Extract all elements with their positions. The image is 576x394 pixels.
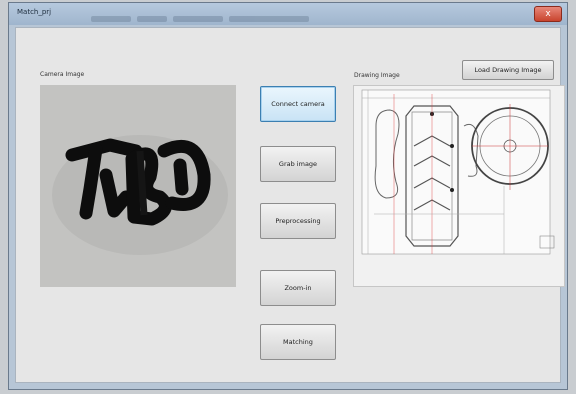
close-button[interactable]: x	[534, 6, 562, 22]
load-drawing-image-button[interactable]: Load Drawing Image	[462, 60, 554, 80]
close-icon: x	[545, 9, 551, 19]
drawing-image-panel	[353, 85, 565, 287]
app-window: Match_prj x Camera Image Connect camera …	[8, 2, 568, 390]
connect-camera-button[interactable]: Connect camera	[260, 86, 336, 122]
camera-image-panel	[40, 85, 236, 287]
title-bar-decoration	[91, 7, 351, 22]
grab-image-button[interactable]: Grab image	[260, 146, 336, 182]
camera-part-image	[52, 135, 228, 255]
form-client-area: Camera Image Connect camera Grab image P…	[15, 27, 565, 383]
title-bar[interactable]: Match_prj x	[9, 3, 567, 25]
matching-button[interactable]: Matching	[260, 324, 336, 360]
technical-drawing	[361, 89, 555, 255]
camera-image-label: Camera Image	[40, 71, 85, 78]
window-title: Match_prj	[17, 8, 52, 16]
preprocessing-button[interactable]: Preprocessing	[260, 203, 336, 239]
drawing-image-label: Drawing Image	[354, 72, 400, 79]
zoom-in-button[interactable]: Zoom-in	[260, 270, 336, 306]
